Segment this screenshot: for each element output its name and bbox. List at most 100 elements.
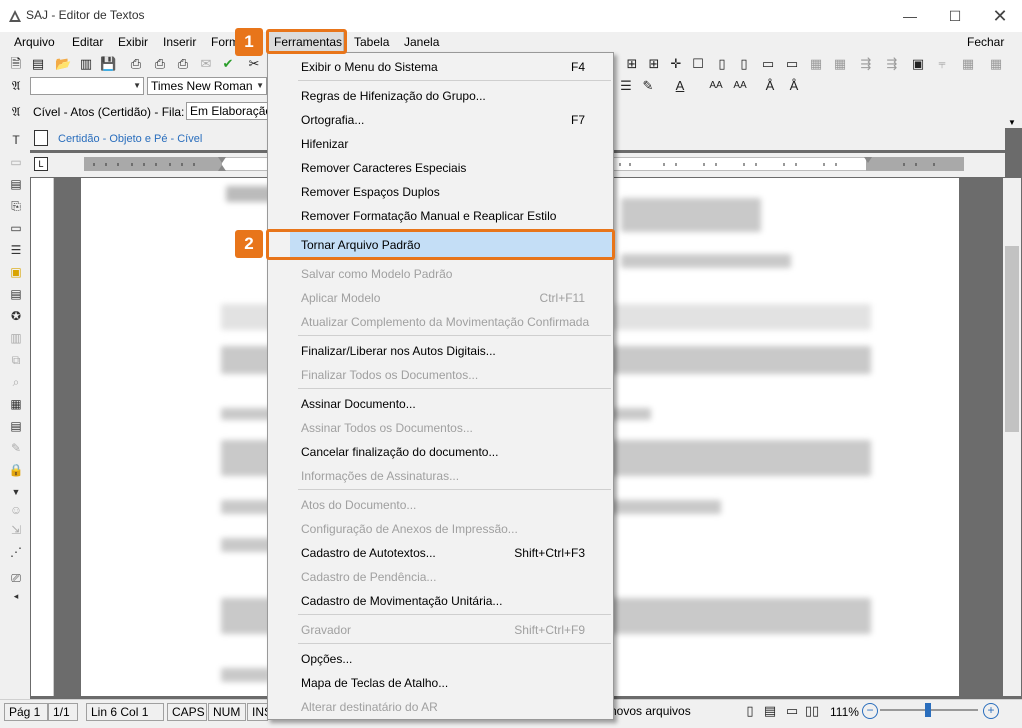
menu-arquivo[interactable]: Arquivo bbox=[14, 35, 55, 49]
list-icon[interactable]: ☰ bbox=[8, 242, 24, 258]
close-document-button[interactable]: Fechar bbox=[967, 35, 1004, 49]
menu-item-cadastro-movimentacao[interactable]: Cadastro de Movimentação Unitária... bbox=[301, 594, 502, 608]
insert-field-icon[interactable]: ▭ bbox=[8, 154, 24, 170]
collapse-icon[interactable]: ◂ bbox=[8, 588, 24, 604]
open-folder-icon[interactable]: 📂 bbox=[55, 56, 71, 72]
menu-formatar[interactable]: Formatar bbox=[211, 35, 236, 49]
cross-icon[interactable]: ✛ bbox=[668, 56, 684, 72]
pdf-icon[interactable]: ▥ bbox=[78, 56, 94, 72]
fila-combo[interactable]: Em Elaboração bbox=[186, 102, 268, 120]
merge-cells-icon[interactable]: ▦ bbox=[808, 56, 824, 72]
email-icon[interactable]: ✉ bbox=[198, 56, 214, 72]
view-web-icon[interactable]: ▤ bbox=[762, 703, 778, 719]
tab-selector-icon[interactable]: L bbox=[34, 157, 48, 171]
zoom-out-icon[interactable]: − bbox=[862, 703, 878, 719]
zoom-in-icon[interactable]: + bbox=[983, 703, 999, 719]
export-icon[interactable]: ⇲ bbox=[8, 522, 24, 538]
zoom-slider-thumb[interactable] bbox=[925, 703, 931, 717]
menu-item-mapa-teclas[interactable]: Mapa de Teclas de Atalho... bbox=[301, 676, 448, 690]
share-icon[interactable]: ⋰ bbox=[8, 544, 24, 560]
menu-item-salvar-modelo[interactable]: Salvar como Modelo Padrão bbox=[301, 267, 452, 281]
delete-row-icon[interactable]: ⇶ bbox=[884, 56, 900, 72]
attach-icon[interactable]: ⎘ bbox=[8, 198, 24, 214]
menu-item-exibir-menu-sistema[interactable]: Exibir o Menu do Sistema bbox=[301, 60, 438, 74]
border-right-icon[interactable]: ▯ bbox=[736, 56, 752, 72]
document-remove-icon[interactable]: ▤ bbox=[8, 286, 24, 302]
close-icon[interactable]: ✕ bbox=[990, 6, 1010, 26]
tab-document[interactable]: Certidão - Objeto e Pé - Cível bbox=[58, 133, 202, 145]
scrollbar-thumb[interactable] bbox=[1005, 246, 1019, 432]
menu-item-gravador[interactable]: Gravador bbox=[301, 623, 351, 637]
expand-icon[interactable]: ▼ bbox=[8, 484, 24, 500]
menu-item-aplicar-modelo[interactable]: Aplicar Modelo bbox=[301, 291, 380, 305]
grow-font-icon[interactable]: AA bbox=[708, 78, 724, 94]
book-icon[interactable]: ▤ bbox=[8, 418, 24, 434]
menu-item-configuracao-anexos[interactable]: Configuração de Anexos de Impressão... bbox=[301, 522, 518, 536]
shrink-font-icon[interactable]: AA bbox=[732, 78, 748, 94]
toolbar-expand-icon[interactable]: ▼ bbox=[1008, 118, 1016, 127]
font-name-combo[interactable]: Times New Roman ▼ bbox=[147, 77, 267, 95]
lock-icon[interactable]: 🔒 bbox=[8, 462, 24, 478]
edit-icon[interactable]: ✎ bbox=[8, 440, 24, 456]
font-style-icon[interactable]: 𝔄 bbox=[8, 104, 24, 120]
tab-stop-icon[interactable]: ▣ bbox=[910, 56, 926, 72]
table-grid-icon[interactable]: ⊞ bbox=[646, 56, 662, 72]
table-properties-icon[interactable]: ▦ bbox=[960, 56, 976, 72]
menu-item-remover-caracteres[interactable]: Remover Caracteres Especiais bbox=[301, 161, 466, 175]
view-draft-icon[interactable]: ▭ bbox=[784, 703, 800, 719]
menu-item-cadastro-autotextos[interactable]: Cadastro de Autotextos... bbox=[301, 546, 436, 560]
table-icon[interactable]: ⊞ bbox=[624, 56, 640, 72]
menu-item-alterar-destinatario[interactable]: Alterar destinatário do AR bbox=[301, 700, 438, 714]
menu-inserir[interactable]: Inserir bbox=[163, 35, 196, 49]
print-preview-icon[interactable]: ⎙ bbox=[152, 56, 168, 72]
menu-item-finalizar-liberar[interactable]: Finalizar/Liberar nos Autos Digitais... bbox=[301, 344, 496, 358]
menu-item-cancelar-finalizacao[interactable]: Cancelar finalização do documento... bbox=[301, 445, 498, 459]
columns-icon[interactable]: ▥ bbox=[8, 330, 24, 346]
cut-icon[interactable]: ✂ bbox=[246, 56, 262, 72]
comment-icon[interactable]: ▭ bbox=[8, 220, 24, 236]
view-page-icon[interactable]: ▯ bbox=[742, 703, 758, 719]
stack-icon[interactable]: ⧉ bbox=[8, 352, 24, 368]
menu-item-assinar-todos[interactable]: Assinar Todos os Documentos... bbox=[301, 421, 473, 435]
view-two-pages-icon[interactable]: ▯▯ bbox=[804, 703, 820, 719]
change-case-icon[interactable]: Å bbox=[762, 78, 778, 94]
menu-item-assinar-documento[interactable]: Assinar Documento... bbox=[301, 397, 416, 411]
template-icon[interactable]: ▤ bbox=[30, 56, 46, 72]
menu-item-atualizar-complemento[interactable]: Atualizar Complemento da Movimentação Co… bbox=[301, 315, 589, 329]
maximize-icon[interactable]: ☐ bbox=[945, 6, 965, 26]
user-icon[interactable]: ☺ bbox=[8, 502, 24, 518]
align-cell-icon[interactable]: ⫧ bbox=[934, 56, 950, 72]
clear-format-icon[interactable]: Å bbox=[786, 78, 802, 94]
menu-item-informacoes-assinaturas[interactable]: Informações de Assinaturas... bbox=[301, 469, 459, 483]
menu-item-opcoes[interactable]: Opções... bbox=[301, 652, 352, 666]
save-icon[interactable]: 💾 bbox=[100, 56, 116, 72]
border-top-icon[interactable]: ▭ bbox=[760, 56, 776, 72]
menu-janela[interactable]: Janela bbox=[404, 35, 439, 49]
seal-icon[interactable]: ✪ bbox=[8, 308, 24, 324]
menu-item-ortografia[interactable]: Ortografia... bbox=[301, 113, 364, 127]
font-size-combo[interactable]: ▼ bbox=[30, 77, 144, 95]
format-painter-icon[interactable]: ⎚ bbox=[8, 570, 24, 586]
border-bottom-icon[interactable]: ▭ bbox=[784, 56, 800, 72]
menu-exibir[interactable]: Exibir bbox=[118, 35, 148, 49]
document-yellow-icon[interactable]: ▣ bbox=[8, 264, 24, 280]
search-doc-icon[interactable]: ⌕ bbox=[8, 374, 24, 390]
line-spacing-icon[interactable]: ☰ bbox=[618, 78, 634, 94]
split-cells-icon[interactable]: ▦ bbox=[832, 56, 848, 72]
font-color-icon[interactable]: A bbox=[672, 78, 688, 94]
menu-item-regras-hifenizacao[interactable]: Regras de Hifenização do Grupo... bbox=[301, 89, 486, 103]
menu-item-cadastro-pendencia[interactable]: Cadastro de Pendência... bbox=[301, 570, 436, 584]
status-novos-arquivos[interactable]: novos arquivos bbox=[606, 703, 734, 721]
menu-item-finalizar-todos[interactable]: Finalizar Todos os Documentos... bbox=[301, 368, 478, 382]
text-format-icon[interactable]: T bbox=[8, 132, 24, 148]
highlight-color-icon[interactable]: ✎ bbox=[640, 78, 656, 94]
copy-icon[interactable]: ▤ bbox=[8, 176, 24, 192]
menu-editar[interactable]: Editar bbox=[72, 35, 103, 49]
calendar-icon[interactable]: ▦ bbox=[8, 396, 24, 412]
new-document-icon[interactable]: 🗎 bbox=[8, 56, 24, 72]
spellcheck-icon[interactable]: ✔ bbox=[220, 56, 236, 72]
table-more-icon[interactable]: ▦ bbox=[988, 56, 1004, 72]
menu-item-hifenizar[interactable]: Hifenizar bbox=[301, 137, 348, 151]
preview-icon[interactable]: ⎙ bbox=[175, 56, 191, 72]
menu-item-remover-espacos[interactable]: Remover Espaços Duplos bbox=[301, 185, 440, 199]
